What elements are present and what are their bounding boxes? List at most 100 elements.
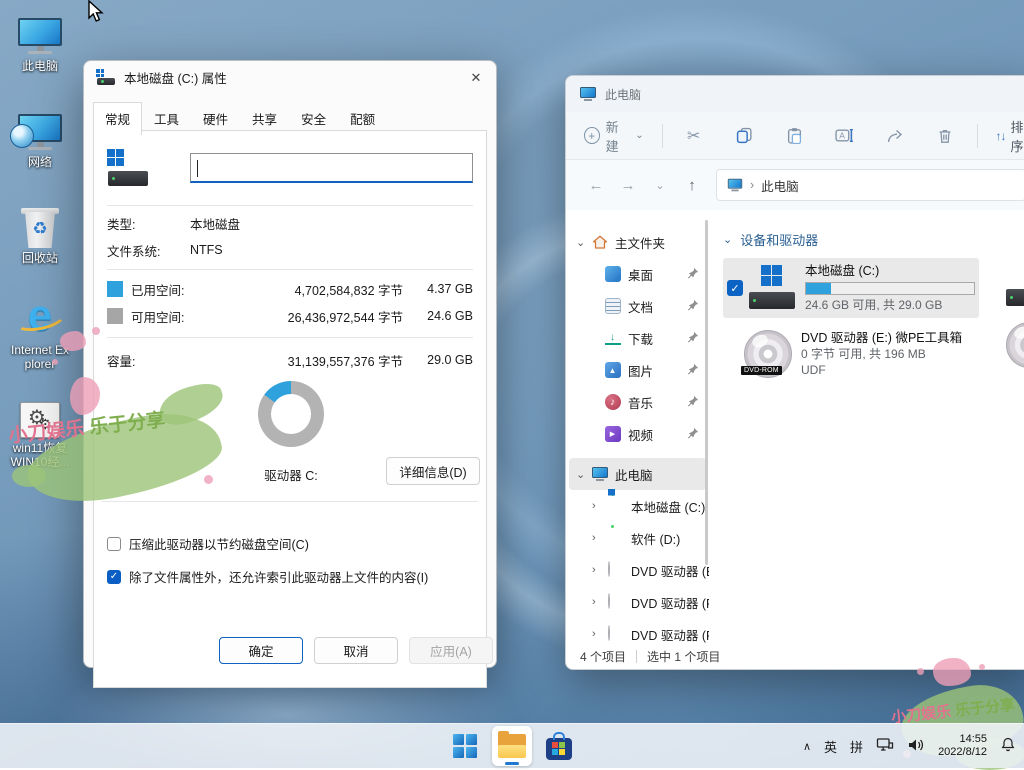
tray-overflow-chevron-icon[interactable]: ∧	[803, 740, 811, 753]
sidebar-item-home[interactable]: ⌄ 主文件夹	[566, 226, 709, 258]
delete-button[interactable]	[932, 128, 958, 144]
rename-button[interactable]: A	[832, 128, 858, 143]
cut-button[interactable]: ✂	[681, 126, 707, 146]
videos-icon: ▶	[605, 426, 621, 442]
network-icon[interactable]	[876, 736, 894, 756]
sidebar-item-pictures[interactable]: ▲ 图片	[566, 354, 709, 386]
address-bar[interactable]: › 此电脑	[716, 169, 1024, 201]
network-monitor-icon	[18, 114, 62, 152]
chevron-right-icon[interactable]: ›	[592, 532, 607, 544]
paste-button[interactable]	[781, 127, 807, 144]
copy-button[interactable]	[731, 127, 757, 144]
sidebar-item-downloads[interactable]: ↓ 下载	[566, 322, 709, 354]
desktop-icon-this-pc[interactable]: 此电脑	[8, 10, 72, 73]
sidebar-item-dvd-f2[interactable]: › DVD 驱动器 (F:)	[566, 618, 709, 644]
back-button[interactable]: ←	[582, 177, 610, 194]
share-icon	[886, 128, 904, 144]
tab-general[interactable]: 常规	[93, 102, 142, 135]
sidebar-label: 主文件夹	[615, 233, 665, 252]
volume-label-input[interactable]	[190, 153, 473, 183]
compress-checkbox-row[interactable]: 压缩此驱动器以节约磁盘空间(C)	[107, 534, 309, 553]
ime-language-english[interactable]: 英	[824, 737, 837, 756]
forward-button[interactable]: →	[614, 177, 642, 194]
sidebar-scrollbar[interactable]	[705, 220, 708, 565]
dvd-rom-badge: DVD-ROM	[741, 366, 782, 375]
dvd-rom-icon: DVD-ROM	[744, 330, 792, 378]
file-item-drive-c[interactable]: ✓ 本地磁盘 (C:) 24.6 GB 可用, 共 29.0 GB	[723, 258, 979, 318]
drive-icon-large	[107, 149, 149, 189]
item-title: 本地磁盘 (C:)	[805, 263, 975, 279]
item-checkbox[interactable]: ✓	[727, 280, 743, 296]
tab-security[interactable]: 安全	[289, 103, 338, 134]
taskbar-microsoft-store[interactable]	[539, 726, 579, 766]
paste-icon	[787, 127, 802, 144]
taskbar-file-explorer[interactable]	[492, 726, 532, 766]
pin-icon	[687, 427, 699, 442]
explorer-titlebar[interactable]: 此电脑	[566, 76, 1024, 112]
tab-hardware[interactable]: 硬件	[191, 103, 240, 134]
recycle-glyph: ♻	[23, 219, 57, 239]
taskbar-clock[interactable]: 14:55 2022/8/12	[938, 733, 987, 760]
desktop-icon-network[interactable]: 网络	[8, 106, 72, 169]
chevron-down-icon[interactable]: ⌄	[723, 233, 732, 246]
sidebar-item-dvd-e[interactable]: › DVD 驱动器 (E:)	[566, 554, 709, 586]
tab-tools[interactable]: 工具	[142, 103, 191, 134]
divider	[107, 337, 473, 338]
item-filesystem: UDF	[801, 362, 962, 378]
chevron-down-icon[interactable]: ⌄	[576, 236, 591, 249]
new-button[interactable]: + 新建 ⌄	[584, 117, 644, 155]
desktop-icon-internet-explorer[interactable]: e Internet Explorer	[8, 294, 72, 371]
capacity-bytes: 31,139,557,376 字节	[231, 351, 403, 370]
ime-language-pinyin[interactable]: 拼	[850, 737, 863, 756]
cancel-button[interactable]: 取消	[314, 637, 398, 664]
apply-button[interactable]: 应用(A)	[409, 637, 493, 664]
breadcrumb-this-pc[interactable]: 此电脑	[761, 176, 799, 195]
dialog-titlebar[interactable]: 本地磁盘 (C:) 属性 ✕	[84, 61, 496, 94]
file-item-partial-drive[interactable]	[1006, 262, 1024, 308]
pin-icon	[687, 395, 699, 410]
close-icon[interactable]: ✕	[456, 69, 496, 86]
sidebar-item-drive-d[interactable]: › 软件 (D:)	[566, 522, 709, 554]
sidebar-label: 音乐	[628, 393, 653, 412]
up-button[interactable]: ↑	[678, 177, 706, 194]
properties-dialog: 本地磁盘 (C:) 属性 ✕ 常规 工具 硬件 共享 安全 配额 类型: 本地磁…	[83, 60, 497, 668]
monitor-icon	[18, 18, 62, 56]
details-button[interactable]: 详细信息(D)	[386, 457, 480, 485]
chevron-down-icon[interactable]: ⌄	[576, 468, 591, 481]
start-button[interactable]	[445, 726, 485, 766]
chevron-right-icon[interactable]: ›	[592, 628, 607, 640]
index-checkbox[interactable]: ✓	[107, 570, 121, 584]
drive-c-progress-fill	[806, 283, 831, 294]
sidebar-item-dvd-f[interactable]: › DVD 驱动器 (F:)	[566, 586, 709, 618]
chevron-right-icon[interactable]: ›	[592, 564, 607, 576]
sidebar-item-desktop[interactable]: 桌面	[566, 258, 709, 290]
chevron-right-icon[interactable]: ›	[592, 596, 607, 608]
file-item-partial-dvd[interactable]	[1006, 322, 1024, 368]
ok-button[interactable]: 确定	[219, 637, 303, 664]
index-checkbox-row[interactable]: ✓ 除了文件属性外，还允许索引此驱动器上文件的内容(I)	[107, 567, 428, 586]
sidebar-item-documents[interactable]: 文档	[566, 290, 709, 322]
chevron-right-icon[interactable]: ›	[592, 500, 607, 512]
volume-icon[interactable]	[907, 737, 925, 756]
notifications-bell-icon[interactable]	[1000, 736, 1016, 756]
share-button[interactable]	[882, 128, 908, 144]
desktop-icon-recycle-bin[interactable]: ♻ 回收站	[8, 202, 72, 265]
tab-quota[interactable]: 配额	[338, 103, 387, 134]
filesystem-value: NTFS	[190, 243, 223, 257]
sidebar-item-drive-c[interactable]: › 本地磁盘 (C:)	[566, 490, 709, 522]
group-devices-and-drives[interactable]: ⌄ 设备和驱动器	[723, 230, 1024, 249]
desktop-icon-win11-restore[interactable]: ⚙⚙ win11恢复WIN10经...	[8, 392, 72, 469]
sidebar-item-music[interactable]: ♪ 音乐	[566, 386, 709, 418]
sidebar-item-videos[interactable]: ▶ 视频	[566, 418, 709, 450]
trash-icon	[937, 128, 953, 144]
sort-button[interactable]: ↑↓ 排序	[995, 117, 1024, 155]
recent-locations-button[interactable]: ⌄	[646, 179, 674, 192]
compress-checkbox[interactable]	[107, 537, 121, 551]
pin-icon	[687, 363, 699, 378]
tab-sharing[interactable]: 共享	[240, 103, 289, 134]
svg-text:A: A	[839, 131, 845, 141]
sidebar-item-this-pc[interactable]: ⌄ 此电脑	[569, 458, 706, 490]
free-space-bytes: 26,436,972,544 字节	[231, 307, 403, 326]
file-item-dvd-e[interactable]: DVD-ROM DVD 驱动器 (E:) 微PE工具箱 0 字节 可用, 共 1…	[723, 330, 1024, 378]
dvd-icon	[608, 561, 610, 577]
